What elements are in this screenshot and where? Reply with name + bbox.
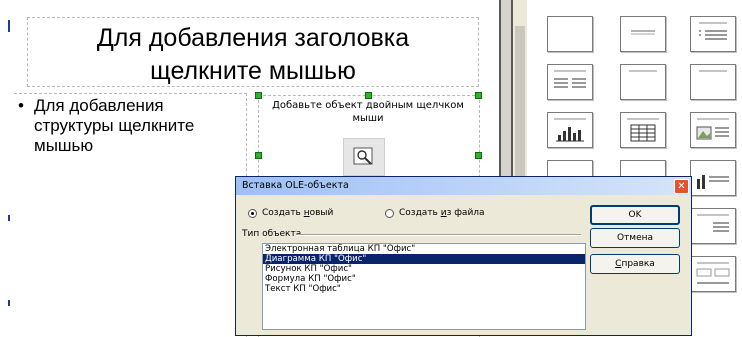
insert-ole-object-dialog: Вставка OLE-объекта ✕ Создать новый Созд…	[235, 176, 692, 336]
ruler-marker	[8, 215, 10, 221]
radio-indicator[interactable]	[385, 208, 394, 218]
list-item[interactable]: Диаграмма КП "Офис"	[263, 254, 585, 264]
help-button[interactable]: Справка	[590, 254, 680, 274]
layout-blank[interactable]	[547, 16, 593, 52]
selection-handle[interactable]	[475, 92, 482, 99]
ruler-marker	[8, 300, 10, 306]
layout-title-table[interactable]	[620, 112, 666, 148]
layout-title[interactable]	[620, 64, 666, 100]
radio-indicator[interactable]	[248, 208, 257, 218]
title-placeholder[interactable]: Для добавления заголовка щелкните мышью	[27, 17, 479, 87]
layout-title-image-text[interactable]	[690, 112, 736, 148]
list-item[interactable]: Электронная таблица КП "Офис"	[263, 244, 585, 254]
outline-placeholder-text: Для добавления структуры щелкните мышью	[34, 96, 195, 155]
layout-title-two-content[interactable]	[690, 208, 736, 244]
selection-handle[interactable]	[365, 92, 372, 99]
selection-handle[interactable]	[475, 152, 482, 159]
list-item[interactable]: Текст КП "Офис"	[263, 284, 585, 294]
radio-create-new-label: Создать новый	[262, 208, 334, 218]
object-type-label: Тип объекта	[242, 229, 302, 239]
dialog-title: Вставка OLE-объекта	[242, 180, 349, 191]
layout-title-text-object[interactable]	[690, 160, 736, 196]
layout-title-only[interactable]	[620, 16, 666, 52]
layout-title-two-columns[interactable]	[547, 64, 593, 100]
scrollbar-thumb[interactable]	[515, 26, 525, 196]
dialog-titlebar[interactable]: Вставка OLE-объекта ✕	[236, 177, 691, 195]
radio-create-from-file[interactable]: Создать из файла	[385, 208, 485, 218]
object-placeholder-text: Добавьте объект двойным щелчком мыши	[272, 100, 464, 124]
layout-title-chart[interactable]	[547, 112, 593, 148]
selection-handle[interactable]	[255, 92, 262, 99]
ruler-marker	[8, 20, 10, 32]
cancel-button[interactable]: Отмена	[590, 228, 680, 248]
group-separator	[296, 234, 581, 236]
layout-title-content[interactable]	[690, 16, 736, 52]
selection-handle[interactable]	[255, 152, 262, 159]
radio-create-from-file-label: Создать из файла	[399, 208, 485, 218]
radio-create-new[interactable]: Создать новый	[248, 208, 333, 218]
close-button[interactable]: ✕	[674, 179, 689, 194]
outline-bullet: •	[18, 96, 24, 115]
insert-object-icon[interactable]	[343, 138, 385, 176]
object-type-list[interactable]: Электронная таблица КП "Офис" Диаграмма …	[262, 243, 586, 330]
list-item[interactable]: Рисунок КП "Офис"	[263, 264, 585, 274]
list-item[interactable]: Формула КП "Офис"	[263, 274, 585, 284]
layout-title-four-content[interactable]	[690, 256, 736, 292]
ok-button[interactable]: OK	[590, 205, 680, 225]
close-icon: ✕	[677, 181, 686, 192]
title-placeholder-text: Для добавления заголовка щелкните мышью	[96, 24, 410, 85]
layout-title-wide[interactable]	[690, 64, 736, 100]
